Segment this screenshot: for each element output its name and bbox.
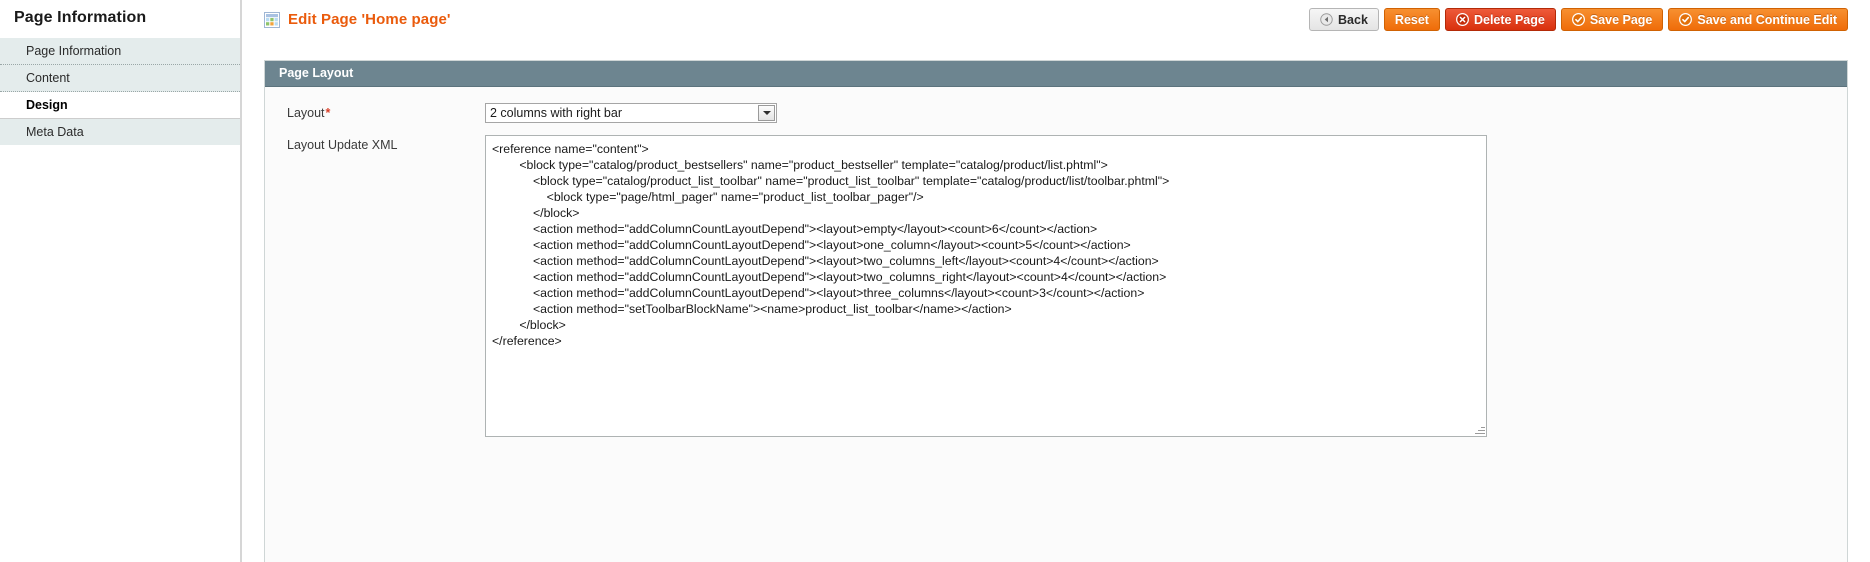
sidebar-item-meta-data[interactable]: Meta Data [0, 119, 240, 145]
reset-button-label: Reset [1395, 13, 1429, 27]
page-grid-icon [264, 12, 280, 28]
chevron-down-icon [763, 111, 771, 115]
layout-update-xml-control: <reference name="content"> <block type="… [485, 135, 1847, 437]
sidebar-item-design[interactable]: Design [0, 92, 240, 119]
delete-page-button[interactable]: Delete Page [1445, 8, 1556, 31]
layout-update-xml-label: Layout Update XML [265, 135, 485, 152]
save-page-button-label: Save Page [1590, 13, 1653, 27]
page-layout-panel-body: Layout* 2 columns with right bar Layout … [265, 87, 1847, 437]
sidebar-item-page-information[interactable]: Page Information [0, 38, 240, 65]
back-button-label: Back [1338, 13, 1368, 27]
save-and-continue-edit-button-label: Save and Continue Edit [1697, 13, 1837, 27]
save-and-continue-edit-button[interactable]: Save and Continue Edit [1668, 8, 1848, 31]
layout-label-text: Layout [287, 106, 325, 120]
layout-update-xml-textarea[interactable]: <reference name="content"> <block type="… [485, 135, 1487, 437]
reset-button[interactable]: Reset [1384, 8, 1440, 31]
save-page-button[interactable]: Save Page [1561, 8, 1664, 31]
required-marker: * [325, 106, 331, 120]
toolbar-buttons: Back Reset Delete Page [1309, 8, 1848, 31]
back-arrow-icon [1320, 13, 1333, 26]
layout-select-arrow-button[interactable] [758, 105, 775, 121]
layout-update-xml-form-row: Layout Update XML <reference name="conte… [265, 135, 1847, 437]
layout-field-label: Layout* [265, 103, 485, 120]
check-circle-icon [1572, 13, 1585, 26]
delete-circle-icon [1456, 13, 1469, 26]
layout-select-value: 2 columns with right bar [490, 104, 752, 122]
sidebar-item-content[interactable]: Content [0, 65, 240, 92]
sidebar: Page Information Page Information Conten… [0, 0, 242, 562]
layout-select[interactable]: 2 columns with right bar [485, 103, 777, 123]
page-title: Edit Page 'Home page' [264, 11, 451, 28]
delete-page-button-label: Delete Page [1474, 13, 1545, 27]
sidebar-title: Page Information [0, 0, 240, 37]
layout-update-xml-value: <reference name="content"> <block type="… [486, 136, 1486, 354]
admin-page: Page Information Page Information Conten… [0, 0, 1870, 562]
back-button[interactable]: Back [1309, 8, 1379, 31]
sidebar-nav: Page Information Content Design Meta Dat… [0, 37, 240, 145]
layout-form-row: Layout* 2 columns with right bar [265, 103, 1847, 123]
content-header: Edit Page 'Home page' Back Reset [244, 0, 1870, 40]
page-layout-panel-heading: Page Layout [265, 61, 1847, 87]
page-title-text: Edit Page 'Home page' [288, 11, 451, 28]
textarea-resize-handle[interactable] [1474, 424, 1485, 435]
check-circle-icon [1679, 13, 1692, 26]
main-content: Edit Page 'Home page' Back Reset [244, 0, 1870, 562]
page-layout-panel: Page Layout Layout* 2 columns with right… [264, 60, 1848, 562]
layout-field-control: 2 columns with right bar [485, 103, 1847, 123]
